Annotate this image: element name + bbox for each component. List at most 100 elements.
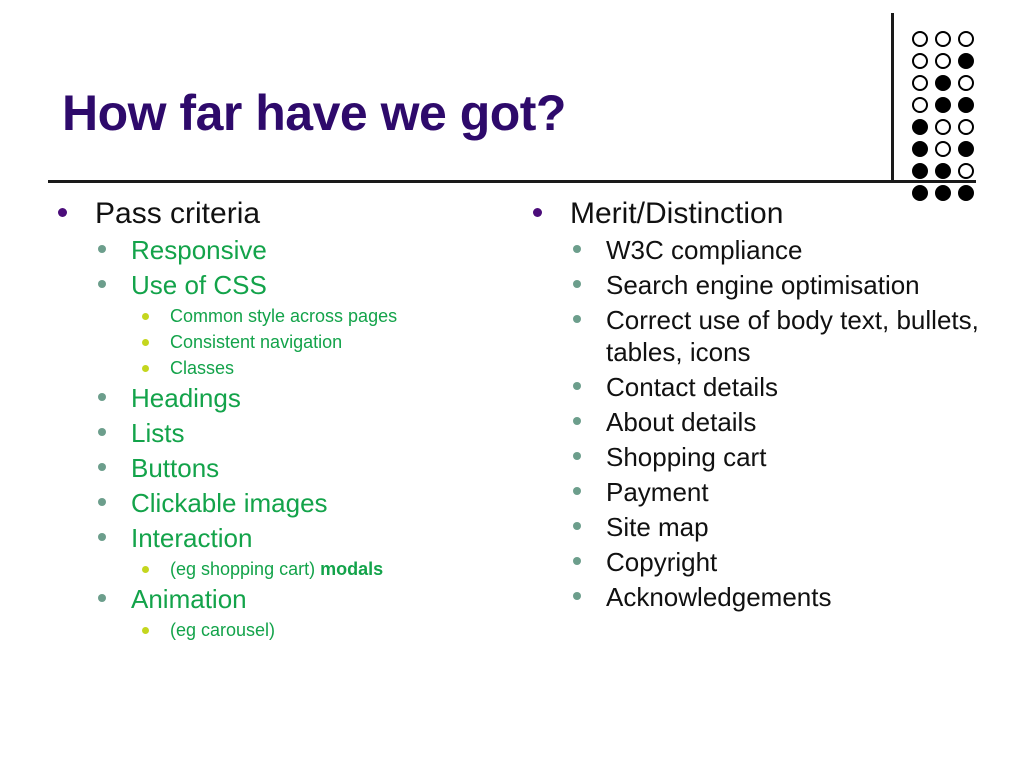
bullet-level2-icon [573, 487, 581, 495]
bullet-level2-icon [98, 498, 106, 506]
bullet-level2-icon [98, 428, 106, 436]
list-item: Payment [527, 476, 997, 508]
logo-dot-empty [957, 75, 974, 91]
bullet-level1-icon [58, 208, 67, 217]
logo-dot-filled [934, 97, 951, 113]
list-item-label-payment: Payment [606, 477, 709, 507]
list-item-label-acknowledgements: Acknowledgements [606, 582, 832, 612]
list-item: Acknowledgements [527, 581, 997, 613]
list-item-label-clickable-images: Clickable images [131, 488, 328, 518]
bullet-level2-icon [98, 463, 106, 471]
list-item-label-correct-use-of-body-text-bullets-tables-: Correct use of body text, bullets, table… [606, 305, 979, 367]
list-item: Headings [52, 382, 502, 414]
logo-dot-empty [957, 31, 974, 47]
list-item-label-headings: Headings [131, 383, 241, 413]
list-item-label-site-map: Site map [606, 512, 709, 542]
bullet-level3-icon [142, 566, 149, 573]
page-title: How far have we got? [62, 85, 566, 141]
logo-dot-empty [911, 75, 928, 91]
logo-dot-empty [934, 53, 951, 69]
bullet-level3-icon [142, 339, 149, 346]
list-item: Classes [52, 356, 502, 380]
logo-dot-empty [934, 141, 951, 157]
list-item-label-buttons: Buttons [131, 453, 220, 483]
list-item-label-eg-carousel: (eg carousel) [170, 620, 276, 640]
list-item: Animation [52, 583, 502, 615]
list-item: Consistent navigation [52, 330, 502, 354]
list-item: Shopping cart [527, 441, 997, 473]
list-item-label-pass-criteria: Pass criteria [95, 197, 261, 230]
bullet-level2-icon [573, 280, 581, 288]
list-item: Contact details [527, 371, 997, 403]
bullet-level2-icon [573, 522, 581, 530]
bullet-level2-icon [573, 557, 581, 565]
list-item-label-shopping-cart: Shopping cart [606, 442, 767, 472]
list-item-label-merit-distinction: Merit/Distinction [570, 197, 784, 230]
bullet-level2-icon [573, 245, 581, 253]
list-item: Site map [527, 511, 997, 543]
bullet-level3-icon [142, 627, 149, 634]
merit-distinction-column: Merit/Distinction W3C compliance Search en… [527, 196, 997, 616]
list-item: Responsive [52, 234, 502, 266]
list-item-label-common-style-across-pages: Common style across pages [170, 306, 398, 326]
list-item-label-eg-shopping-cart-modals: (eg shopping cart) modals [170, 559, 384, 579]
list-item: Interaction [52, 522, 502, 554]
list-item-label-contact-details: Contact details [606, 372, 778, 402]
list-item: Copyright [527, 546, 997, 578]
logo-dot-empty [934, 31, 951, 47]
bullet-level3-icon [142, 313, 149, 320]
list-item: Clickable images [52, 487, 502, 519]
logo-dot-filled [934, 163, 951, 179]
header-horizontal-rule [48, 180, 976, 183]
list-item: Pass criteria [52, 196, 502, 232]
logo-dot-empty [957, 163, 974, 179]
list-item-label-animation: Animation [131, 584, 247, 614]
logo-dot-empty [957, 119, 974, 135]
logo-dot-filled [911, 163, 928, 179]
list-item: (eg shopping cart) modals [52, 557, 502, 581]
logo-dot-empty [911, 97, 928, 113]
bullet-level2-icon [98, 393, 106, 401]
bullet-level2-icon [98, 245, 106, 253]
header-vertical-divider [891, 13, 894, 183]
bullet-level2-icon [98, 280, 106, 288]
bullet-level2-icon [573, 592, 581, 600]
logo-dot-filled [911, 141, 928, 157]
logo-dot-empty [934, 119, 951, 135]
bullet-level2-icon [573, 417, 581, 425]
list-item-label-search-engine-optimisation: Search engine optimisation [606, 270, 920, 300]
bullet-level2-icon [98, 594, 106, 602]
list-item-label-w3c-compliance: W3C compliance [606, 235, 803, 265]
list-item: Lists [52, 417, 502, 449]
list-item: (eg carousel) [52, 618, 502, 642]
emphasis-text: modals [320, 559, 384, 579]
list-item-label-interaction: Interaction [131, 523, 253, 553]
bullet-level2-icon [573, 315, 581, 323]
binary-dot-matrix-logo [908, 28, 977, 204]
bullet-level2-icon [573, 452, 581, 460]
list-item: Use of CSS [52, 269, 502, 301]
bullet-level1-icon [533, 208, 542, 217]
list-item-label-responsive: Responsive [131, 235, 267, 265]
logo-dot-empty [911, 53, 928, 69]
pass-criteria-column: Pass criteria Responsive Use of CSS Common … [52, 196, 502, 644]
list-item-label-about-details: About details [606, 407, 757, 437]
list-item: About details [527, 406, 997, 438]
list-item-label-lists: Lists [131, 418, 185, 448]
list-item-label-copyright: Copyright [606, 547, 718, 577]
logo-dot-filled [957, 53, 974, 69]
list-item: Buttons [52, 452, 502, 484]
logo-dot-filled [934, 75, 951, 91]
bullet-level3-icon [142, 365, 149, 372]
logo-dot-filled [957, 141, 974, 157]
list-item-label-classes: Classes [170, 358, 235, 378]
list-item: W3C compliance [527, 234, 997, 266]
logo-dot-filled [957, 97, 974, 113]
list-item: Merit/Distinction [527, 196, 997, 232]
logo-dot-empty [911, 31, 928, 47]
list-item: Common style across pages [52, 304, 502, 328]
list-item: Search engine optimisation [527, 269, 997, 301]
bullet-level2-icon [98, 533, 106, 541]
list-item-label-use-of-css: Use of CSS [131, 270, 267, 300]
list-item: Correct use of body text, bullets, table… [527, 304, 997, 368]
